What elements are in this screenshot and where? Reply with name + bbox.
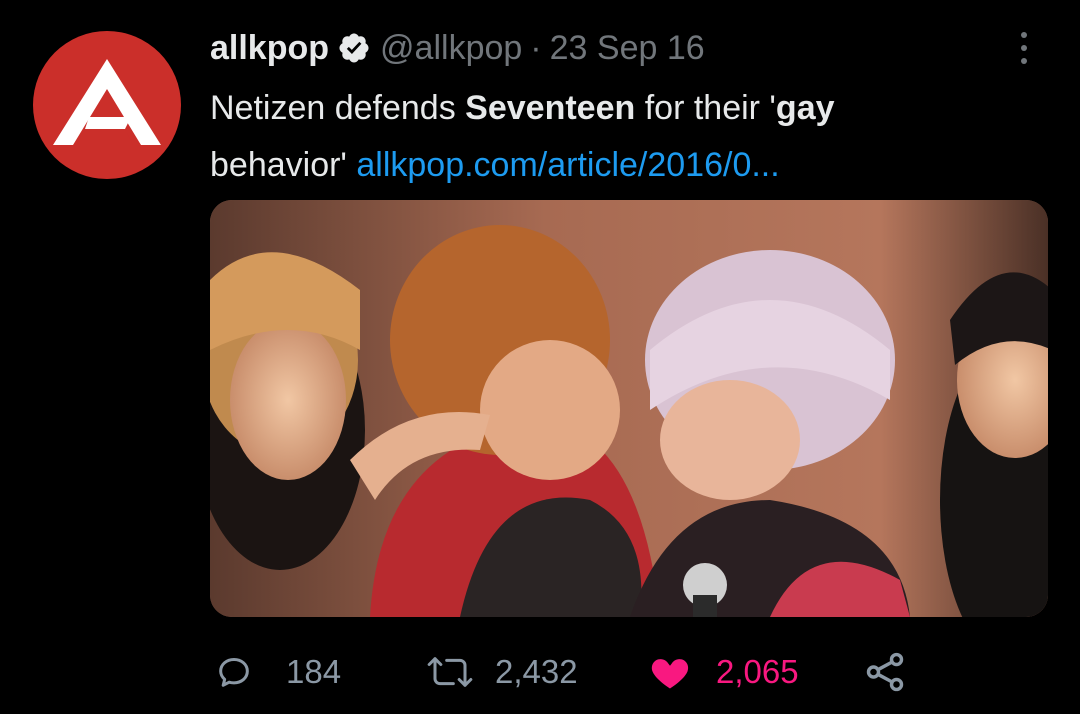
text-bold-gay: gay <box>775 89 835 127</box>
tweet-date[interactable]: 23 Sep 16 <box>550 29 705 68</box>
reply-button[interactable]: 184 <box>214 640 341 704</box>
article-link[interactable]: allkpop.com/article/2016/0... <box>356 146 779 184</box>
share-icon <box>866 652 904 692</box>
text-part: behavior' <box>210 146 357 184</box>
text-bold-seventeen: Seventeen <box>465 89 636 127</box>
retweet-icon <box>427 657 473 687</box>
tweet-header: allkpop @allkpop · 23 Sep 16 <box>210 24 705 72</box>
allkpop-logo-icon <box>53 59 161 145</box>
reply-icon <box>219 658 249 687</box>
separator-dot: · <box>530 28 542 67</box>
retweet-count: 2,432 <box>495 653 578 690</box>
tweet-text: Netizen defends Seventeen for their 'gay… <box>210 80 1010 194</box>
tweet-actions: 184 2,432 2,065 <box>0 640 1080 704</box>
like-button[interactable]: 2,065 <box>648 640 799 704</box>
retweet-button[interactable]: 2,432 <box>425 640 578 704</box>
share-button[interactable] <box>862 640 908 704</box>
tweet-photo[interactable] <box>210 200 1048 617</box>
verified-badge-icon <box>337 31 371 65</box>
like-icon <box>651 659 689 689</box>
author-avatar[interactable] <box>33 31 181 179</box>
author-handle[interactable]: @allkpop <box>380 29 522 68</box>
text-part: Netizen defends <box>210 89 466 127</box>
reply-count: 184 <box>286 653 342 690</box>
more-options-icon[interactable] <box>1011 28 1037 68</box>
like-count: 2,065 <box>716 653 799 690</box>
author-name[interactable]: allkpop <box>210 29 329 68</box>
text-part: for their ' <box>635 89 776 127</box>
